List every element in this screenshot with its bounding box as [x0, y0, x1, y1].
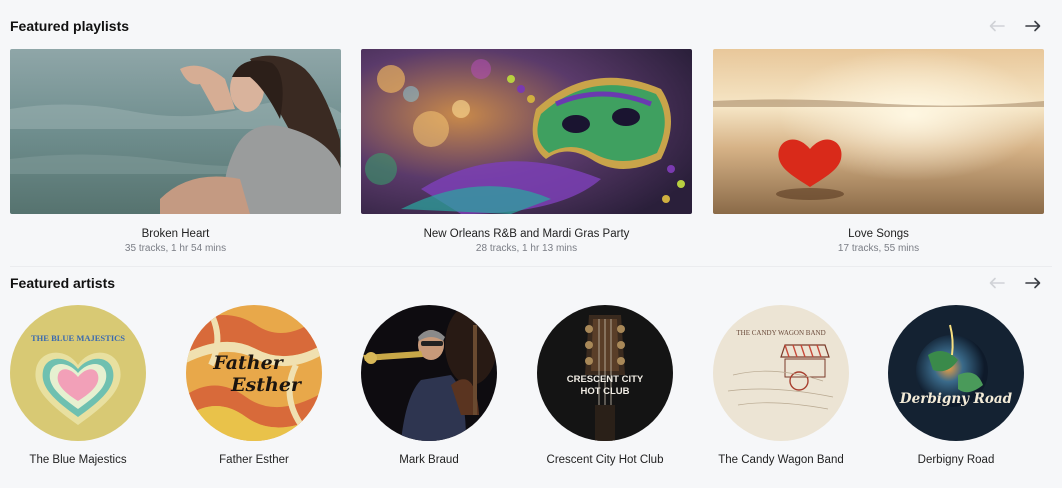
playlist-card-love-songs[interactable]: Love Songs 17 tracks, 55 mins — [713, 49, 1044, 254]
playlist-meta: 28 tracks, 1 hr 13 mins — [475, 243, 578, 254]
woman-sitting-by-sea-image[interactable] — [10, 49, 341, 214]
artist-image[interactable]: Derbigny Road — [888, 305, 1024, 441]
artist-image[interactable]: THE BLUE MAJESTICS — [10, 305, 146, 441]
playlist-meta: 35 tracks, 1 hr 54 mins — [124, 243, 227, 254]
artist-card-father-esther[interactable]: Father Esther Father Esther — [174, 305, 334, 466]
artist-name[interactable]: The Candy Wagon Band — [701, 454, 861, 466]
featured-playlists-title: Featured playlists — [10, 18, 130, 34]
arrow-left-icon — [989, 20, 1005, 32]
playlist-card-new-orleans-rnb[interactable]: New Orleans R&B and Mardi Gras Party 28 … — [361, 49, 692, 254]
playlist-title[interactable]: Love Songs — [713, 228, 1044, 240]
artist-card-derbigny-road[interactable]: Derbigny Road Derbigny Road — [876, 305, 1036, 466]
artist-image[interactable] — [361, 305, 497, 441]
album-art-text: CRESCENT CITY — [567, 374, 644, 385]
album-art-text: HOT CLUB — [580, 386, 629, 397]
playlists-prev-button[interactable] — [988, 19, 1006, 33]
album-art-text: Derbigny Road — [899, 391, 1013, 407]
artist-image[interactable]: Father Esther — [186, 305, 322, 441]
playlist-title[interactable]: Broken Heart — [10, 228, 341, 240]
featured-artists-title: Featured artists — [10, 275, 116, 291]
artist-name[interactable]: Father Esther — [174, 454, 334, 466]
playlist-card-broken-heart[interactable]: Broken Heart 35 tracks, 1 hr 54 mins — [10, 49, 341, 254]
artists-next-button[interactable] — [1024, 276, 1042, 290]
playlists-carousel-nav — [988, 19, 1042, 33]
artist-card-the-candy-wagon-band[interactable]: THE CANDY WAGON BAND The Candy Wagon Ban… — [701, 305, 861, 466]
playlist-meta: 17 tracks, 55 mins — [837, 243, 920, 254]
artist-name[interactable]: Crescent City Hot Club — [525, 454, 685, 466]
mardi-gras-mask-image[interactable] — [361, 49, 692, 214]
arrow-right-icon — [1025, 20, 1041, 32]
arrow-left-icon — [989, 277, 1005, 289]
artist-card-mark-braud[interactable]: Mark Braud — [349, 305, 509, 466]
album-art-text: Esther — [230, 374, 303, 396]
artist-image[interactable]: THE CANDY WAGON BAND — [713, 305, 849, 441]
artist-name[interactable]: The Blue Majestics — [0, 454, 158, 466]
playlist-title[interactable]: New Orleans R&B and Mardi Gras Party — [361, 228, 692, 240]
artist-card-crescent-city-hot-club[interactable]: CRESCENT CITY HOT CLUB Crescent City Hot… — [525, 305, 685, 466]
artist-image[interactable]: CRESCENT CITY HOT CLUB — [537, 305, 673, 441]
section-divider — [10, 266, 1052, 267]
artist-name[interactable]: Mark Braud — [349, 454, 509, 466]
artists-prev-button[interactable] — [988, 276, 1006, 290]
playlists-next-button[interactable] — [1024, 19, 1042, 33]
album-art-text: THE CANDY WAGON BAND — [736, 329, 825, 337]
arrow-right-icon — [1025, 277, 1041, 289]
album-art-text: Father — [212, 352, 284, 374]
artist-name[interactable]: Derbigny Road — [876, 454, 1036, 466]
heart-on-beach-image[interactable] — [713, 49, 1044, 214]
album-art-text: THE BLUE MAJESTICS — [31, 333, 125, 343]
artists-carousel-nav — [988, 276, 1042, 290]
artist-card-the-blue-majestics[interactable]: THE BLUE MAJESTICS The Blue Majestics — [0, 305, 158, 466]
